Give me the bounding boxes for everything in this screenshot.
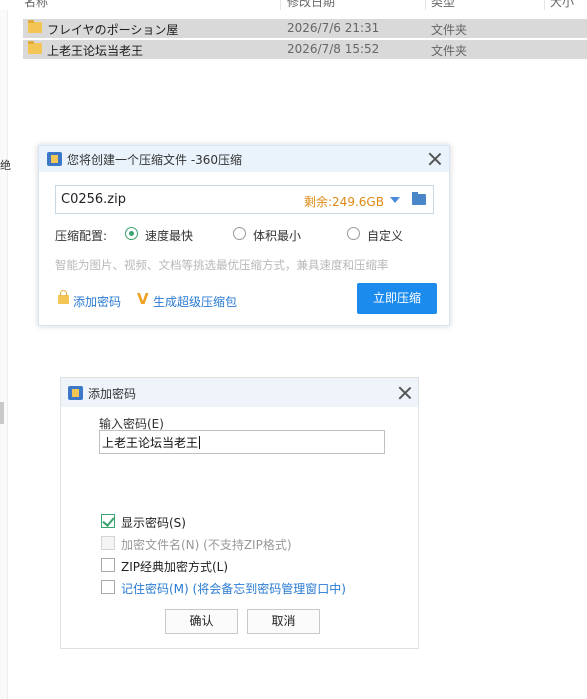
password-dialog-title: 添加密码 [88,387,137,401]
file-type: 文件夹 [431,23,468,37]
password-dialog: 添加密码 输入密码(E) 上老王论坛当老王 显示密码(S) 加密文件名(N) (… [60,377,419,649]
column-header-name[interactable]: 名称 [24,0,48,10]
encrypt-filenames-label: 加密文件名(N) (不支持ZIP格式) [121,538,292,552]
file-name: フレイヤのポーション屋 [47,23,179,37]
close-icon[interactable] [428,152,442,166]
show-password-label[interactable]: 显示密码(S) [121,514,186,531]
compress-dialog-title: 您将创建一个压缩文件 -360压缩 [67,153,243,167]
app-icon [47,152,62,166]
compress-config-label: 压缩配置: [55,229,108,243]
column-header-type[interactable]: 类型 [431,0,455,10]
super-archive-icon: V [137,290,149,308]
nav-pane-scroll-thumb[interactable] [0,402,4,424]
radio-custom[interactable] [347,227,360,240]
file-date: 2026/7/6 21:31 [287,21,380,35]
archive-name-value[interactable]: C0256.zip [61,192,126,207]
compress-dialog: 您将创建一个压缩文件 -360压缩 C0256.zip 剩余:249.6GB 压… [38,145,450,326]
radio-fastest[interactable] [125,227,138,240]
add-password-link[interactable]: 添加密码 [73,293,121,310]
folder-icon [28,20,42,33]
app-icon [68,386,83,400]
column-header-date[interactable]: 修改日期 [287,0,335,10]
free-space-label: 剩余:249.6GB [304,195,384,209]
file-date: 2026/7/8 15:52 [287,42,380,56]
archive-path-field[interactable]: C0256.zip 剩余:249.6GB [55,185,434,214]
encrypt-filenames-checkbox [101,536,115,550]
cancel-button[interactable]: 取消 [247,609,320,634]
folder-icon [28,41,42,54]
zip-classic-encryption-checkbox[interactable] [101,558,115,572]
column-divider [280,0,281,10]
radio-fastest-label[interactable]: 速度最快 [145,227,193,244]
radio-smallest-label[interactable]: 体积最小 [253,227,301,244]
column-header-size[interactable]: 大小 [550,0,574,10]
password-input[interactable]: 上老王论坛当老王 [99,430,385,454]
file-name: 上老王论坛当老王 [47,44,144,58]
file-row[interactable]: フレイヤのポーション屋 2026/7/6 21:31 文件夹 [23,19,587,38]
radio-smallest[interactable] [233,227,246,240]
file-type: 文件夹 [431,44,468,58]
radio-custom-label[interactable]: 自定义 [367,227,403,244]
compress-now-button[interactable]: 立即压缩 [357,283,437,314]
column-header-bar: 名称 修改日期 类型 大小 [0,0,587,10]
column-divider [544,0,545,10]
nav-pane-fragment: 绝 [0,159,11,172]
close-icon[interactable] [398,386,412,400]
lock-icon [58,290,69,304]
remember-password-label[interactable]: 记住密码(M) (将会备忘到密码管理窗口中) [121,580,346,597]
confirm-button[interactable]: 确认 [165,609,238,634]
file-row[interactable]: 上老王论坛当老王 2026/7/8 15:52 文件夹 [23,40,587,59]
compress-dialog-titlebar: 您将创建一个压缩文件 -360压缩 [39,146,449,172]
remember-password-checkbox[interactable] [101,580,115,594]
chevron-down-icon[interactable] [390,197,400,203]
password-value: 上老王论坛当老王 [102,436,199,450]
browse-folder-icon[interactable] [412,192,426,205]
password-dialog-titlebar: 添加密码 [61,378,418,407]
super-archive-link[interactable]: 生成超级压缩包 [153,293,237,310]
zip-classic-encryption-label[interactable]: ZIP经典加密方式(L) [121,558,228,575]
navigation-pane [0,0,8,699]
text-caret [199,436,201,449]
column-divider [425,0,426,10]
compression-hint: 智能为图片、视频、文档等挑选最优压缩方式，兼具速度和压缩率 [55,258,389,272]
show-password-checkbox[interactable] [101,514,115,528]
